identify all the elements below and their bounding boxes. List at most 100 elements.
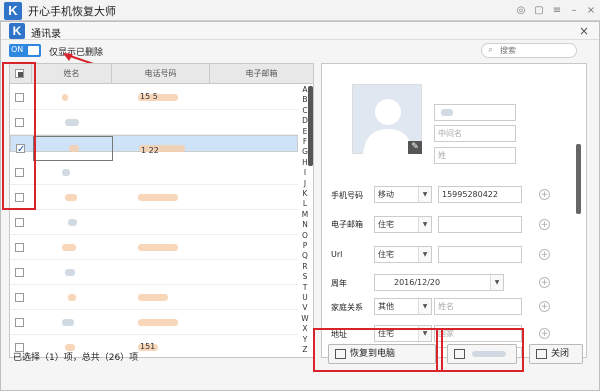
row-checkbox[interactable] xyxy=(15,243,24,252)
chevron-down-icon: ▼ xyxy=(418,187,431,202)
phone-type-select[interactable]: 移动 ▼ xyxy=(374,186,432,203)
url-field[interactable] xyxy=(438,246,522,263)
url-label: Url xyxy=(331,250,343,259)
table-row[interactable] xyxy=(10,210,298,235)
url-type-value: 住宅 xyxy=(378,250,394,259)
family-label: 家庭关系 xyxy=(331,303,363,312)
close-button[interactable]: 关闭 xyxy=(529,344,583,364)
row-checkbox[interactable] xyxy=(15,218,24,227)
alphabet-index-letter[interactable]: Q xyxy=(300,251,310,261)
phone-type-value: 移动 xyxy=(378,190,394,199)
alphabet-index-letter[interactable]: W xyxy=(300,314,310,324)
alphabet-index-letter[interactable]: L xyxy=(300,199,310,209)
alphabet-index-letter[interactable]: J xyxy=(300,179,310,189)
row-checkbox[interactable] xyxy=(15,293,24,302)
alphabet-index-letter[interactable]: R xyxy=(300,262,310,272)
anniversary-date-picker[interactable]: 2016/12/20 ▼ xyxy=(374,274,504,291)
first-name-field[interactable] xyxy=(434,104,516,121)
app-logo-icon: K xyxy=(4,2,22,20)
add-date-icon[interactable]: + xyxy=(539,277,550,288)
app-title: 开心手机恢复大师 xyxy=(28,5,116,18)
table-row[interactable] xyxy=(10,285,298,310)
row-checkbox[interactable] xyxy=(15,268,24,277)
alphabet-index-letter[interactable]: O xyxy=(300,231,310,241)
column-email[interactable]: 电子邮箱 xyxy=(210,64,313,84)
chevron-down-icon: ▼ xyxy=(418,247,431,262)
table-scrollbar[interactable] xyxy=(308,86,313,166)
url-type-select[interactable]: 住宅 ▼ xyxy=(374,246,432,263)
redacted-phone xyxy=(138,244,178,251)
middle-name-field[interactable]: 中间名 xyxy=(434,125,516,142)
menu-icon[interactable]: ≡ xyxy=(551,5,563,16)
table-row[interactable]: ✓ 1 22 xyxy=(10,135,298,161)
deleted-only-toggle[interactable]: ON xyxy=(9,44,41,57)
annotation-box-checkboxes xyxy=(2,62,36,210)
minimize-icon[interactable]: – xyxy=(568,5,580,16)
table-header: 姓名 电话号码 电子邮箱 xyxy=(10,64,313,84)
phone-field[interactable]: 15995280422 xyxy=(438,186,522,203)
table-row[interactable] xyxy=(10,260,298,285)
redacted-name xyxy=(68,219,77,226)
search-input[interactable] xyxy=(500,45,572,56)
anniversary-value: 2016/12/20 xyxy=(394,278,441,287)
table-body: 15 5 ✓ 1 22 151 xyxy=(10,85,298,357)
dialog-close-icon[interactable]: × xyxy=(579,24,589,38)
redacted-name xyxy=(68,294,76,301)
column-name[interactable]: 姓名 xyxy=(32,64,112,84)
anniversary-label: 周年 xyxy=(331,279,347,288)
alphabet-index-letter[interactable]: T xyxy=(300,283,310,293)
family-name-field[interactable]: 姓名 xyxy=(434,298,522,315)
table-row[interactable] xyxy=(10,185,298,210)
alphabet-index-letter[interactable]: Z xyxy=(300,345,310,355)
alphabet-index-letter[interactable]: I xyxy=(300,168,310,178)
email-type-select[interactable]: 住宅 ▼ xyxy=(374,216,432,233)
alphabet-index-letter[interactable]: K xyxy=(300,189,310,199)
alphabet-index-letter[interactable]: U xyxy=(300,293,310,303)
name-cell-focus xyxy=(33,136,113,161)
redacted-name xyxy=(62,169,70,176)
add-email-icon[interactable]: + xyxy=(539,219,550,230)
chevron-down-icon: ▼ xyxy=(418,299,431,314)
add-phone-icon[interactable]: + xyxy=(539,189,550,200)
alphabet-index-letter[interactable]: N xyxy=(300,220,310,230)
table-row[interactable] xyxy=(10,160,298,185)
add-family-icon[interactable]: + xyxy=(539,301,550,312)
phone-label: 手机号码 xyxy=(331,191,363,200)
alphabet-index-letter[interactable]: V xyxy=(300,303,310,313)
alphabet-index-letter[interactable]: X xyxy=(300,324,310,334)
panel-scrollbar[interactable] xyxy=(576,144,581,214)
redacted-name xyxy=(62,319,74,326)
table-row[interactable]: 15 5 xyxy=(10,85,298,110)
redacted-name xyxy=(62,94,68,101)
search-icon: ⌕ xyxy=(488,45,494,55)
alphabet-index-letter[interactable]: S xyxy=(300,272,310,282)
alphabet-index-letter[interactable]: M xyxy=(300,210,310,220)
contacts-table: 姓名 电话号码 电子邮箱 15 5 ✓ 1 22 151 ABCDEFGHIJKLMN… xyxy=(9,63,314,358)
chevron-down-icon: ▼ xyxy=(418,217,431,232)
row-checkbox[interactable] xyxy=(15,318,24,327)
alphabet-index-letter[interactable]: Y xyxy=(300,335,310,345)
column-phone[interactable]: 电话号码 xyxy=(112,64,210,84)
message-icon[interactable]: ▢ xyxy=(533,5,545,16)
family-type-select[interactable]: 其他 ▼ xyxy=(374,298,432,315)
table-row[interactable] xyxy=(10,310,298,335)
exit-icon xyxy=(536,348,547,359)
redacted-name xyxy=(65,269,75,276)
edit-avatar-icon[interactable]: ✎ xyxy=(408,141,422,154)
last-name-field[interactable]: 姓 xyxy=(434,147,516,164)
table-row[interactable] xyxy=(10,110,298,135)
email-field[interactable] xyxy=(438,216,522,233)
dialog-logo-icon: K xyxy=(9,23,25,39)
close-app-icon[interactable]: × xyxy=(585,5,597,16)
table-row[interactable] xyxy=(10,235,298,260)
alphabet-index-letter[interactable]: P xyxy=(300,241,310,251)
search-box[interactable]: ⌕ xyxy=(481,43,577,58)
add-url-icon[interactable]: + xyxy=(539,249,550,260)
wechat-icon[interactable]: ◎ xyxy=(515,5,527,16)
redacted-name xyxy=(65,194,77,201)
redacted-phone xyxy=(138,319,178,326)
redacted-name xyxy=(62,244,76,251)
redacted-phone xyxy=(138,194,178,201)
add-address-icon[interactable]: + xyxy=(539,328,550,339)
dialog-header: K 通讯录 × xyxy=(1,22,599,40)
